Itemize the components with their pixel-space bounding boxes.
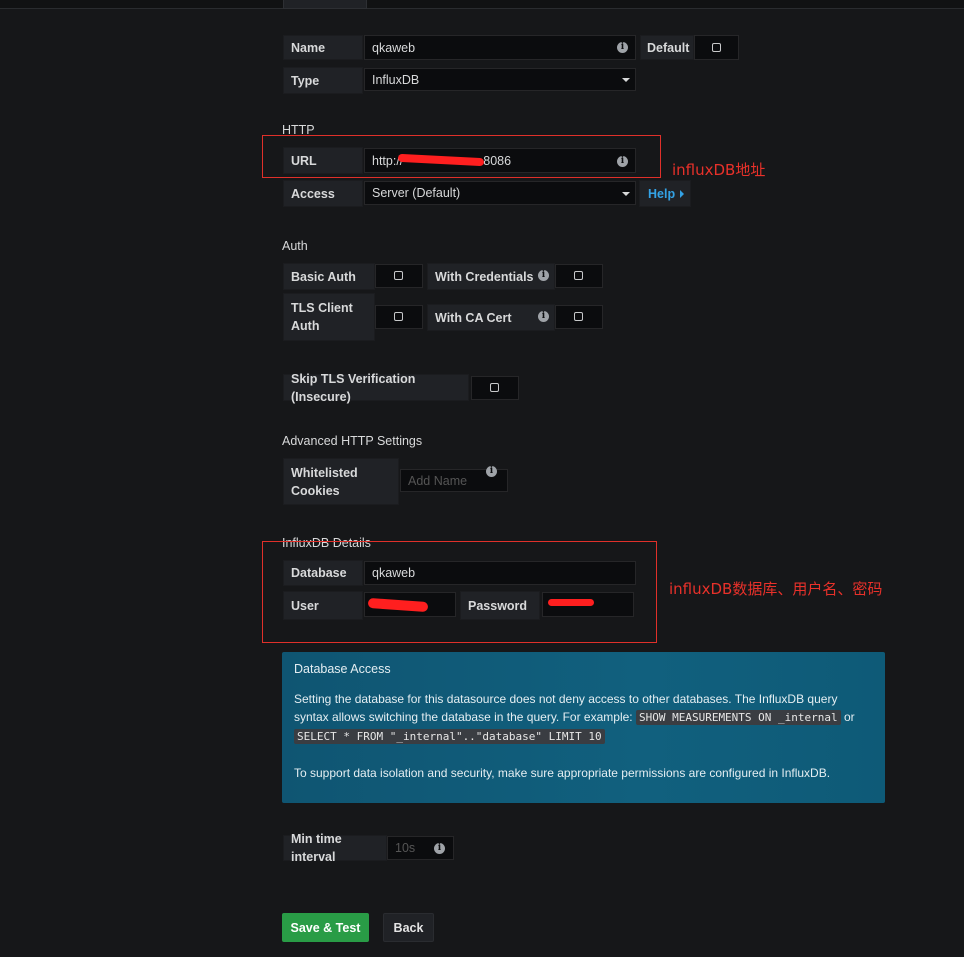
tls-client-auth-label: TLS Client Auth xyxy=(283,293,375,341)
database-input[interactable]: qkaweb xyxy=(364,561,636,585)
default-label: Default xyxy=(640,35,694,60)
access-select[interactable]: Server (Default) xyxy=(364,181,636,205)
type-value: InfluxDB xyxy=(372,72,420,87)
database-label: Database xyxy=(283,560,363,586)
chevron-down-icon xyxy=(622,78,630,82)
type-select[interactable]: InfluxDB xyxy=(364,68,636,91)
skip-tls-checkbox[interactable] xyxy=(471,376,519,400)
code-snippet-select: SELECT * FROM "_internal".."database" LI… xyxy=(294,729,605,744)
database-access-or: or xyxy=(844,710,855,724)
info-icon: i xyxy=(486,466,497,477)
with-ca-cert-checkbox[interactable] xyxy=(555,305,603,329)
database-access-title: Database Access xyxy=(294,662,391,676)
name-input[interactable]: qkaweb xyxy=(364,35,636,60)
tls-client-auth-checkbox[interactable] xyxy=(375,305,423,329)
help-button[interactable]: Help xyxy=(639,180,691,207)
min-time-interval-placeholder: 10s xyxy=(395,841,416,855)
database-access-security-text: To support data isolation and security, … xyxy=(294,766,831,780)
redaction-scribble xyxy=(548,599,594,606)
skip-tls-label: Skip TLS Verification (Insecure) xyxy=(283,372,469,404)
info-icon: i xyxy=(538,270,549,281)
checkbox-square-icon xyxy=(711,42,721,52)
min-time-interval-label: Min time interval xyxy=(283,832,387,864)
advanced-section-title: Advanced HTTP Settings xyxy=(282,434,423,448)
type-label: Type xyxy=(283,67,363,94)
checkbox-square-icon xyxy=(574,312,583,321)
url-highlight-box xyxy=(262,135,661,178)
default-checkbox[interactable] xyxy=(694,35,739,60)
database-access-text: Setting the database for this datasource… xyxy=(294,690,873,746)
name-value: qkaweb xyxy=(372,40,416,55)
database-access-info-box: Database Access Setting the database for… xyxy=(282,652,885,803)
checkbox-square-icon xyxy=(394,271,403,280)
checkbox-square-icon xyxy=(574,271,583,280)
with-credentials-label: With Credentials xyxy=(427,263,555,290)
top-tab-remnant xyxy=(283,0,367,9)
access-label: Access xyxy=(283,180,363,207)
chevron-down-icon xyxy=(622,192,630,196)
basic-auth-checkbox[interactable] xyxy=(375,264,423,288)
auth-section-title: Auth xyxy=(282,239,308,253)
help-label: Help xyxy=(648,186,676,201)
with-ca-cert-label: With CA Cert xyxy=(427,304,555,331)
user-label: User xyxy=(283,591,363,620)
checkbox-square-icon xyxy=(490,383,499,392)
back-button[interactable]: Back xyxy=(383,913,434,942)
whitelisted-cookies-label: Whitelisted Cookies xyxy=(283,458,399,505)
password-label: Password xyxy=(460,591,540,620)
url-annotation: influxDB地址 xyxy=(672,161,766,179)
influx-annotation: influxDB数据库、用户名、密码 xyxy=(669,580,883,598)
info-icon: i xyxy=(434,843,445,854)
code-snippet-show-measurements: SHOW MEASUREMENTS ON _internal xyxy=(635,710,841,725)
save-test-button[interactable]: Save & Test xyxy=(282,913,369,942)
basic-auth-label: Basic Auth xyxy=(283,263,375,290)
caret-right-icon xyxy=(680,189,685,198)
checkbox-square-icon xyxy=(394,312,403,321)
database-value: qkaweb xyxy=(372,566,416,580)
name-label: Name xyxy=(283,35,363,60)
with-credentials-checkbox[interactable] xyxy=(555,264,603,288)
add-name-placeholder: Add Name xyxy=(408,473,468,488)
access-value: Server (Default) xyxy=(372,186,461,200)
info-icon: i xyxy=(617,42,628,53)
top-strip xyxy=(0,0,964,9)
info-icon: i xyxy=(538,311,549,322)
